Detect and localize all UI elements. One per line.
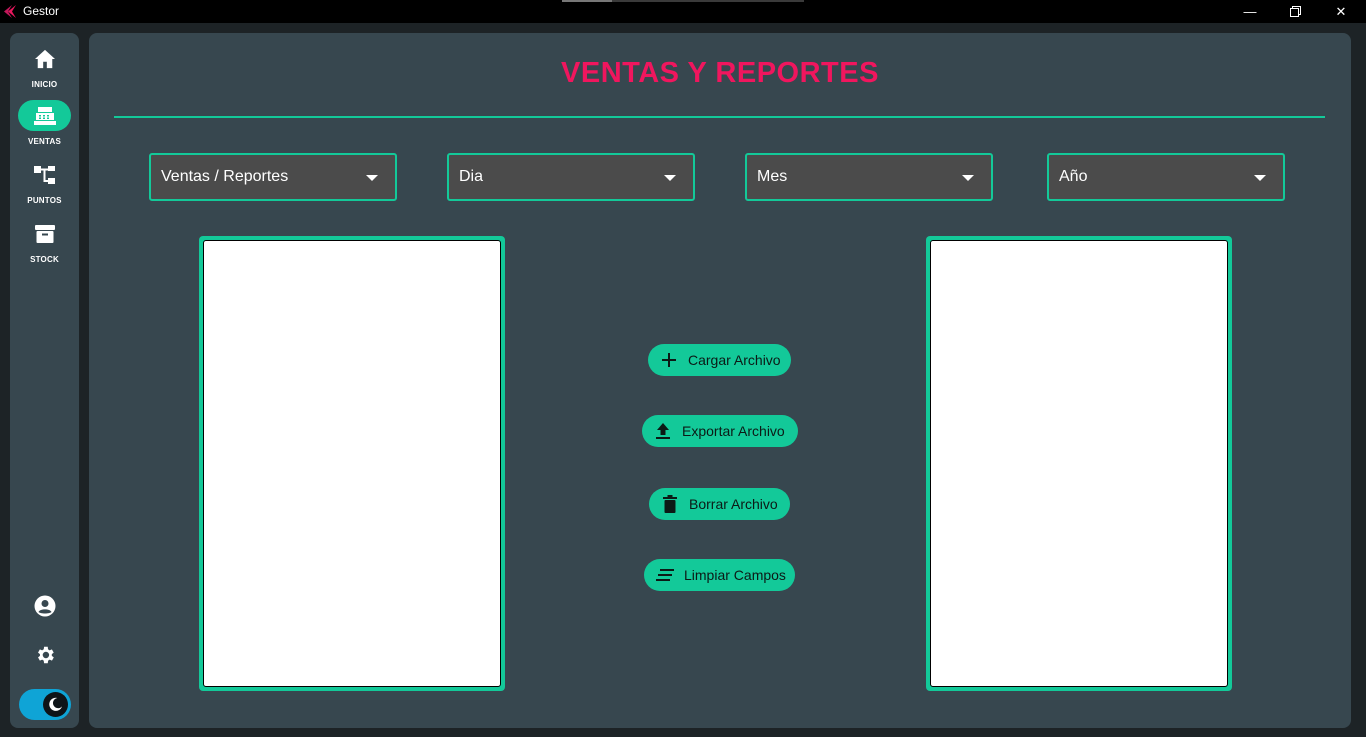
toggle-knob [43,692,68,717]
dropdown-value: Ventas / Reportes [161,168,289,185]
load-file-button[interactable]: Cargar Archivo [648,344,791,376]
page-title: VENTAS Y REPORTES [561,57,879,89]
restore-button[interactable] [1272,0,1318,23]
sidebar-item-label: STOCK [30,255,59,264]
sidebar: INICIO VENTAS PUNTOS STOCK [10,33,79,728]
account-circle-icon [34,595,55,616]
sidebar-item-label: PUNTOS [27,196,62,205]
year-dropdown[interactable]: Año [1047,153,1285,201]
sidebar-item-ventas[interactable]: VENTAS [10,100,79,156]
close-icon: ✕ [1335,3,1347,19]
right-list-box[interactable] [930,240,1228,687]
nav-pill [18,159,71,190]
nav-pill-active [18,100,71,131]
delete-file-label: Borrar Archivo [689,496,778,512]
minimize-icon: — [1243,4,1257,19]
export-file-button[interactable]: Exportar Archivo [642,415,798,447]
dropdown-arrow-icon [1254,175,1266,181]
left-list-panel [199,236,505,691]
clear-fields-label: Limpiar Campos [684,567,786,583]
left-list-box[interactable] [203,240,501,687]
sidebar-item-puntos[interactable]: PUNTOS [10,159,79,215]
main-panel: VENTAS Y REPORTES Ventas / Reportes Dia … [89,33,1351,728]
dropdown-arrow-icon [962,175,974,181]
window-title: Gestor [23,4,60,18]
dark-mode-toggle[interactable] [19,689,71,720]
window-titlebar: Gestor — ✕ [0,0,1366,23]
delete-file-button[interactable]: Borrar Archivo [649,488,790,520]
nav-pill [18,218,71,249]
dropdown-value: Dia [459,168,484,185]
archive-box-icon [34,224,55,243]
moon-icon [49,697,63,711]
dropdown-arrow-icon [664,175,676,181]
clear-lines-icon [654,564,676,586]
dropdown-arrow-icon [366,175,378,181]
minimize-button[interactable]: — [1227,0,1273,23]
dropdown-value: Mes [757,168,788,185]
title-divider [114,116,1325,118]
clear-fields-button[interactable]: Limpiar Campos [644,559,795,591]
titlebar-drag-strip-highlight [562,0,612,2]
sidebar-item-inicio[interactable]: INICIO [10,43,79,99]
trash-icon [659,493,681,515]
load-file-label: Cargar Archivo [688,352,781,368]
settings-button[interactable] [32,642,57,667]
cash-register-icon [33,106,56,125]
plus-icon [658,349,680,371]
report-type-dropdown[interactable]: Ventas / Reportes [149,153,397,201]
account-button[interactable] [32,593,57,618]
right-list-panel [926,236,1232,691]
gear-icon [37,646,54,663]
month-dropdown[interactable]: Mes [745,153,993,201]
export-file-label: Exportar Archivo [682,423,785,439]
app-logo-icon [4,5,16,18]
restore-icon [1289,6,1301,17]
dropdown-value: Año [1059,168,1088,185]
upload-icon [652,420,674,442]
sidebar-item-label: INICIO [31,80,58,89]
nav-pill [18,43,71,74]
close-button[interactable]: ✕ [1318,0,1364,23]
sidebar-item-stock[interactable]: STOCK [10,218,79,274]
day-dropdown[interactable]: Dia [447,153,695,201]
home-icon [34,49,55,68]
network-icon [33,165,55,184]
sidebar-item-label: VENTAS [27,137,62,146]
